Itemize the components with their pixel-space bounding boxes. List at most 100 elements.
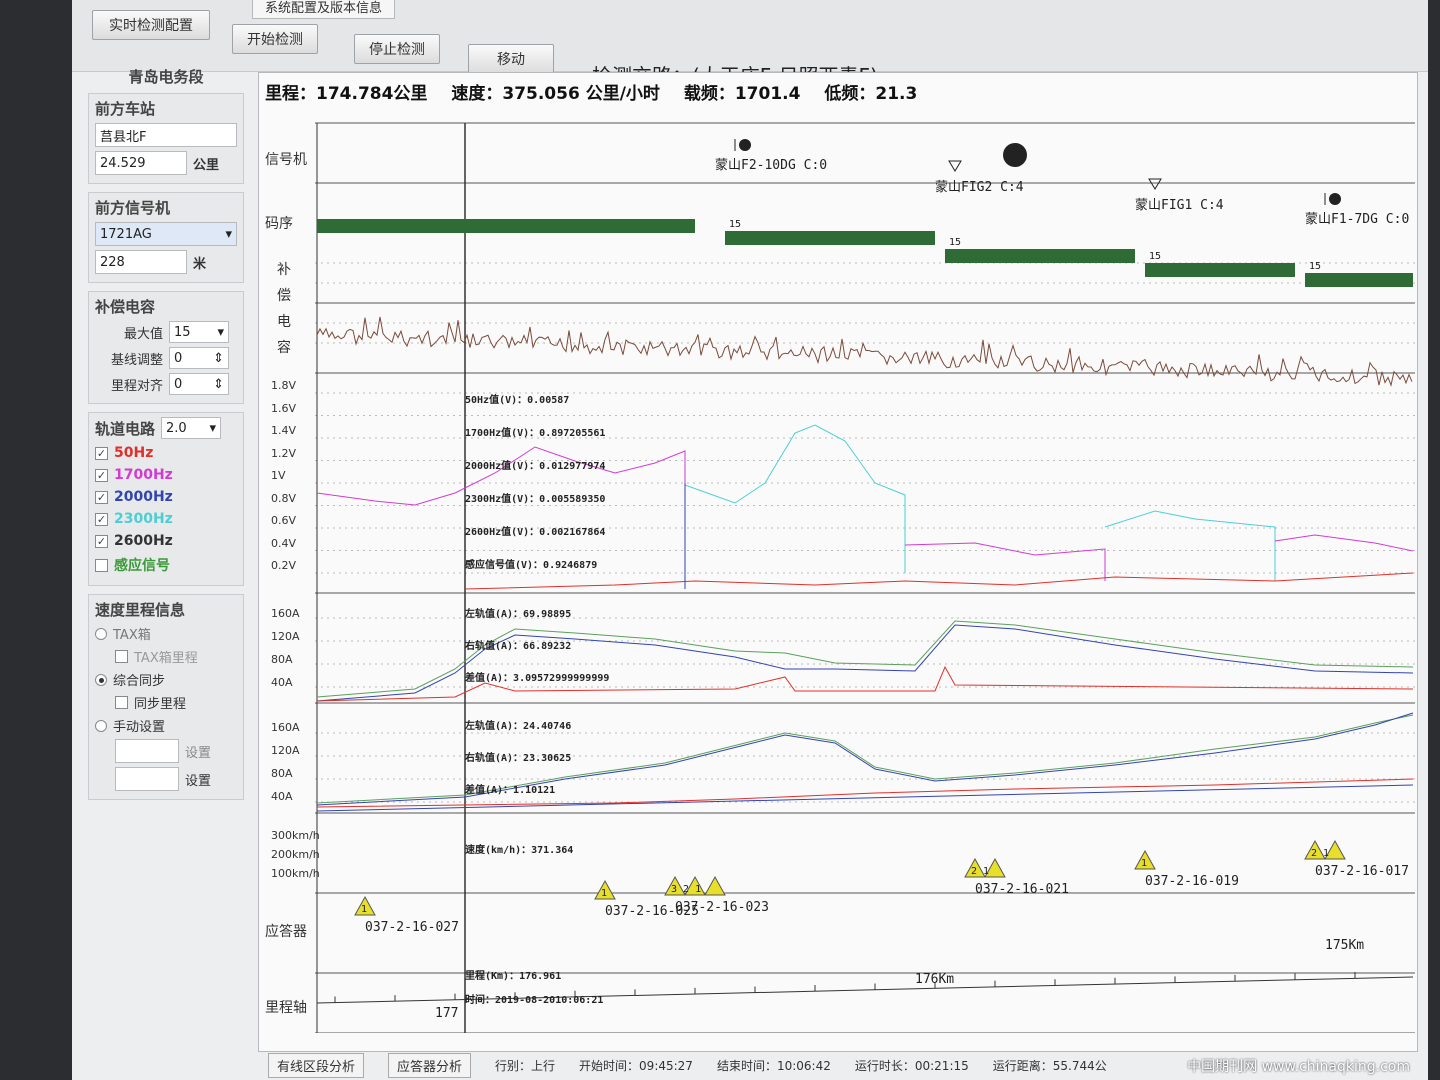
tax-mileage-checkbox[interactable]: TAX箱里程 (95, 647, 237, 666)
checkbox-icon[interactable] (115, 696, 128, 709)
checkbox-icon[interactable] (95, 558, 108, 572)
left-panel: 青岛电务段 前方车站 莒县北F 24.529 公里 前方信号机 1721AG ▾… (88, 64, 244, 1074)
mileage-label-175: 175Km (1325, 938, 1364, 953)
front-signal-distance-field[interactable]: 228 (95, 250, 187, 274)
current2-readout: 左轨值(A)：24.40746 (464, 719, 571, 732)
set-button-1[interactable]: 设置 (185, 742, 211, 761)
manual-input-1[interactable] (115, 739, 179, 763)
frequency-checkbox-2[interactable]: ✓ 2000Hz (95, 489, 237, 505)
code-label: 15 (1309, 261, 1321, 272)
tax-radio[interactable]: TAX箱 (95, 624, 237, 643)
signal-light-icon (1329, 193, 1341, 205)
realtime-config-button[interactable]: 实时检测配置 (92, 10, 210, 40)
code-sequence-bar (725, 231, 935, 245)
set-button-2[interactable]: 设置 (185, 770, 211, 789)
axis-tick-label: 1.2V (271, 446, 297, 460)
watermark: 中国期刊网 www.chinaqking.com (1187, 1059, 1410, 1075)
axis-tick-label: 1V (271, 469, 286, 482)
speed-readout: 速度(km/h)：371.364 (465, 843, 573, 856)
sync-label: 综合同步 (113, 674, 166, 689)
axis-tick-label: 100km/h (271, 867, 320, 880)
km-unit-label: 公里 (193, 157, 220, 173)
manual-label: 手动设置 (113, 720, 166, 735)
time-readout: 时间：2019-08-2010:06:21 (465, 993, 603, 1006)
trace-2300hz-segment (1104, 510, 1276, 581)
radio-icon[interactable] (95, 627, 107, 640)
frequency-checkbox-5[interactable]: 感应信号 (95, 555, 237, 575)
spin-arrows-icon[interactable]: ⇕ (213, 351, 224, 366)
checkbox-icon[interactable]: ✓ (95, 512, 108, 526)
sync-mileage-checkbox[interactable]: 同步里程 (95, 693, 237, 712)
tab-transponder-analysis[interactable]: 应答器分析 (388, 1052, 472, 1078)
spin-arrows-icon[interactable]: ⇕ (213, 377, 224, 392)
checkbox-icon[interactable]: ✓ (95, 534, 108, 548)
axis-tick-label: 40A (271, 676, 293, 689)
transponder-count: 3 2 1 (671, 884, 701, 895)
radio-icon[interactable] (95, 719, 107, 732)
frequency-checkbox-1[interactable]: ✓ 1700Hz (95, 467, 237, 483)
radio-selected-icon[interactable] (95, 673, 107, 686)
frequency-label: 2000Hz (114, 489, 173, 505)
checkbox-icon[interactable]: ✓ (95, 446, 108, 460)
transponder-count: 2 1 (1311, 848, 1329, 859)
trace-left-rail-1 (316, 620, 1414, 698)
code-label: 15 (949, 237, 961, 248)
track-circuit-select[interactable]: 2.0 ▾ (161, 417, 222, 439)
start-detection-button[interactable]: 开始检测 (232, 24, 318, 54)
max-value-select[interactable]: 15 ▾ (169, 321, 229, 343)
manual-radio[interactable]: 手动设置 (95, 716, 237, 735)
frequency-checkbox-0[interactable]: ✓ 50Hz (95, 445, 237, 461)
move-button[interactable]: 移动 (468, 44, 554, 74)
transponder-id: 037-2-16-019 (1145, 874, 1239, 889)
max-value: 15 (174, 324, 191, 340)
transponder-count: 2 1 (971, 866, 989, 877)
checkbox-icon[interactable]: ✓ (95, 490, 108, 504)
app-window: 系统配置及版本信息 实时检测配置 开始检测 停止检测 移动 检测交路：(大王庄F… (72, 0, 1428, 1080)
axis-tick-label: 1.6V (271, 401, 297, 415)
front-signal-select[interactable]: 1721AG ▾ (95, 222, 237, 246)
sync-radio[interactable]: 综合同步 (95, 670, 237, 689)
current2-readout: 差值(A)：1.10121 (465, 783, 555, 796)
distance-text: 运行距离：55.744公 (992, 1058, 1107, 1073)
code-label: 15 (729, 219, 741, 230)
front-station-field[interactable]: 莒县北F (95, 123, 237, 147)
track-circuit-value: 2.0 (166, 420, 187, 436)
frequency-checkbox-3[interactable]: ✓ 2300Hz (95, 511, 237, 527)
chevron-down-icon: ▾ (225, 226, 232, 242)
axis-tick-label: 80A (271, 653, 293, 666)
mileage-align-stepper[interactable]: 0 ⇕ (169, 373, 229, 395)
tab-wired-section[interactable]: 有线区段分析 (268, 1052, 365, 1078)
transponder-count: 1 (1141, 858, 1147, 869)
duration-text: 运行时长：00:21:15 (854, 1058, 969, 1073)
code-sequence-bar (1145, 263, 1295, 277)
front-station-distance-field[interactable]: 24.529 (95, 151, 187, 175)
code-label: 15 (1149, 251, 1161, 262)
axis-tick-label: 0.2V (271, 559, 297, 572)
axis-tick-label: 0.8V (271, 491, 297, 505)
transponder-id: 037-2-16-017 (1315, 864, 1409, 879)
manual-input-2[interactable] (115, 767, 179, 791)
current2-readout: 右轨值(A)：23.30625 (464, 751, 571, 764)
frequency-label: 2600Hz (114, 533, 173, 549)
signal-name: 蒙山F1-7DG C:0 (1305, 212, 1409, 227)
voltage-readout: 2300Hz值(V)：0.005589350 (465, 492, 605, 505)
comp-label-3: 电 (277, 314, 291, 330)
checkbox-icon[interactable]: ✓ (95, 468, 108, 482)
bureau-title: 青岛电务段 (128, 68, 204, 86)
checkbox-icon[interactable] (115, 650, 128, 663)
stop-detection-button[interactable]: 停止检测 (354, 34, 440, 64)
signal-triangle-icon (948, 160, 962, 172)
axis-tick-label: 160A (271, 721, 300, 734)
baseline-stepper[interactable]: 0 ⇕ (169, 347, 229, 369)
mileage-align-label: 里程对齐 (110, 378, 163, 394)
frequency-checkbox-4[interactable]: ✓ 2600Hz (95, 533, 237, 549)
tax-label: TAX箱 (113, 628, 151, 643)
front-signal-group: 前方信号机 1721AG ▾ 228 米 (88, 192, 244, 283)
frequency-label: 1700Hz (114, 467, 173, 483)
frequency-label: 2300Hz (114, 511, 173, 527)
track-circuit-group: 轨道电路 2.0 ▾ ✓ 50Hz ✓ 1700Hz ✓ 2000Hz ✓ 2300Hz ✓ 260… (88, 412, 244, 586)
waveform-plot[interactable]: 蒙山F2-10DG C:0 蒙山FIG2 C:4 蒙山FIG1 C:4 蒙山F1-7D… (315, 73, 1415, 1033)
mileage-label-177: 177 (435, 1006, 458, 1021)
tab-version-info[interactable]: 系统配置及版本信息 (252, 0, 396, 19)
axis-tick-label: 1.8V (271, 379, 297, 392)
